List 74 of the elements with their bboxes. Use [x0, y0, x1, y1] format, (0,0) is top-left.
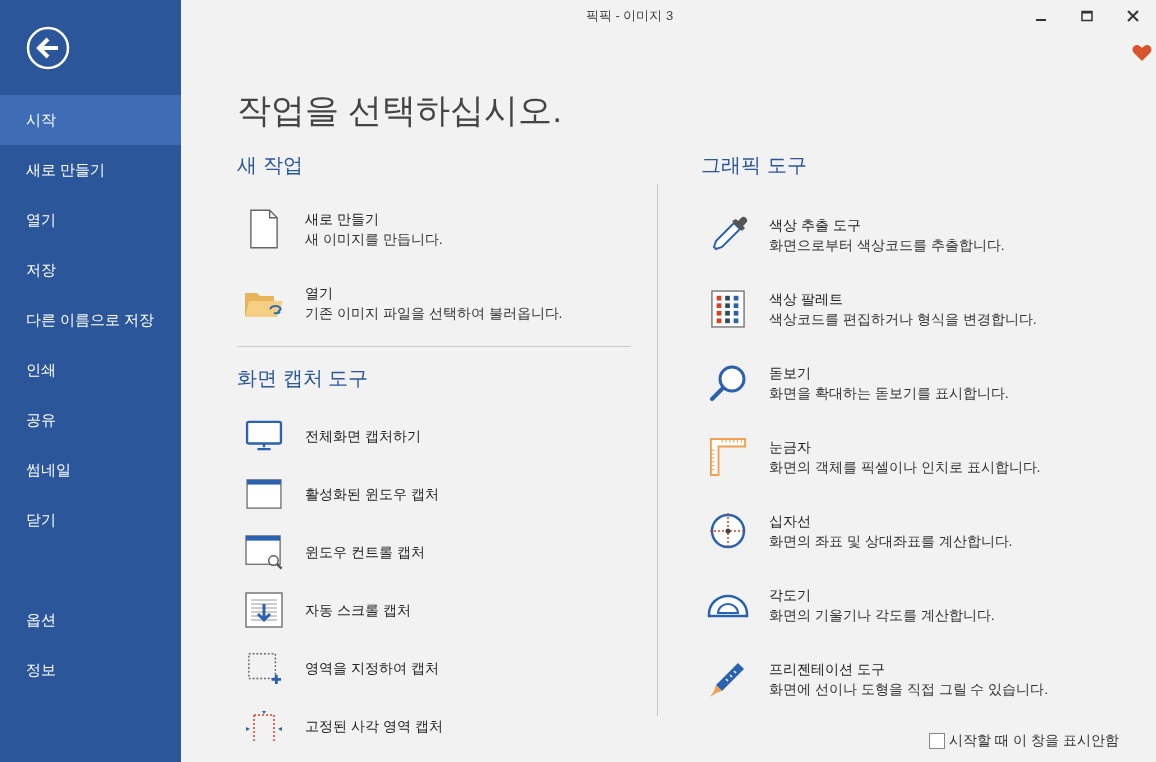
- sidebar-item[interactable]: 다른 이름으로 저장: [0, 295, 181, 345]
- tool-description: 화면을 확대하는 돋보기를 표시합니다.: [769, 384, 1009, 403]
- tool-item[interactable]: 고정된 사각 영역 캡처: [237, 697, 631, 755]
- tool-title: 눈금자: [769, 438, 812, 457]
- ruler-icon: [709, 436, 747, 478]
- close-icon: [1127, 10, 1139, 22]
- document-icon: [249, 208, 279, 250]
- tool-title: 십자선: [769, 512, 812, 531]
- tool-description: 새 이미지를 만듭니다.: [305, 230, 443, 249]
- sidebar-item[interactable]: 닫기: [0, 495, 181, 545]
- tool-item[interactable]: 영역을 지정하여 캡처: [237, 639, 631, 697]
- tool-item[interactable]: 프리젠테이션 도구 화면에 선이나 도형을 직접 그릴 수 있습니다.: [701, 642, 1156, 716]
- fixed-frame-icon: [244, 711, 284, 741]
- tool-item[interactable]: 자동 스크롤 캡처: [237, 581, 631, 639]
- tool-item[interactable]: 윈도우 컨트롤 캡처: [237, 523, 631, 581]
- tool-title: 활성화된 윈도우 캡처: [305, 485, 439, 504]
- tool-item[interactable]: 색상 팔레트 색상코드를 편집하거나 형식을 변경합니다.: [701, 272, 1156, 346]
- protractor-icon: [707, 592, 749, 618]
- tool-item[interactable]: 활성화된 윈도우 캡처: [237, 465, 631, 523]
- tool-item[interactable]: 전체화면 캡처하기: [237, 407, 631, 465]
- back-button[interactable]: [26, 26, 70, 70]
- sidebar-item[interactable]: 인쇄: [0, 345, 181, 395]
- tool-item[interactable]: 십자선 화면의 좌표 및 상대좌표를 계산합니다.: [701, 494, 1156, 568]
- section-heading: 그래픽 도구: [701, 153, 808, 178]
- monitor-icon: [245, 420, 283, 452]
- maximize-icon: [1081, 10, 1093, 22]
- sidebar-item[interactable]: 시작: [0, 95, 181, 145]
- minimize-icon: [1035, 19, 1047, 21]
- section-heading: 화면 캡처 도구: [237, 366, 370, 391]
- sidebar-item[interactable]: 정보: [0, 645, 181, 695]
- tool-description: 화면에 선이나 도형을 직접 그릴 수 있습니다.: [769, 680, 1049, 699]
- page-heading: 작업을 선택하십시오.: [237, 91, 562, 129]
- sidebar-item[interactable]: 저장: [0, 245, 181, 295]
- tool-description: 화면의 기울기나 각도를 계산합니다.: [769, 606, 995, 625]
- tool-item[interactable]: 눈금자 화면의 객체를 픽셀이나 인치로 표시합니다.: [701, 420, 1156, 494]
- checkbox[interactable]: [929, 732, 945, 749]
- tool-title: 영역을 지정하여 캡처: [305, 659, 439, 678]
- sidebar-item[interactable]: 열기: [0, 195, 181, 245]
- tool-title: 각도기: [769, 586, 812, 605]
- color-grid-icon: [711, 290, 745, 328]
- tool-title: 고정된 사각 영역 캡처: [305, 717, 443, 736]
- tool-title: 프리젠테이션 도구: [769, 660, 886, 679]
- tool-item[interactable]: 각도기 화면의 기울기나 각도를 계산합니다.: [701, 568, 1156, 642]
- tool-item[interactable]: 열기 기존 이미지 파일을 선택하여 불러옵니다.: [237, 266, 631, 340]
- tool-title: 돋보기: [769, 364, 812, 383]
- sidebar-item[interactable]: 썸네일: [0, 445, 181, 495]
- sidebar-item[interactable]: 옵션: [0, 595, 181, 645]
- tool-title: 열기: [305, 284, 334, 303]
- sidebar-item[interactable]: 새로 만들기: [0, 145, 181, 195]
- checkbox-label[interactable]: 시작할 때 이 창을 표시안함: [949, 730, 1119, 751]
- window-icon: [245, 478, 283, 510]
- tool-title: 전체화면 캡처하기: [305, 427, 421, 446]
- tool-description: 기존 이미지 파일을 선택하여 불러옵니다.: [305, 304, 563, 323]
- scroll-page-icon: [244, 591, 284, 629]
- dashed-selection-icon: [245, 650, 283, 686]
- tool-description: 화면의 객체를 픽셀이나 인치로 표시합니다.: [769, 458, 1041, 477]
- section-heading: 새 작업: [237, 153, 304, 178]
- tool-title: 색상 팔레트: [769, 290, 844, 309]
- magnifier-icon: [708, 363, 748, 403]
- tool-description: 화면의 좌표 및 상대좌표를 계산합니다.: [769, 532, 1013, 551]
- window-title: 픽픽 - 이미지 3: [585, 7, 674, 26]
- tool-title: 자동 스크롤 캡처: [305, 601, 411, 620]
- tool-description: 화면으로부터 색상코드를 추출합니다.: [769, 236, 1005, 255]
- tool-title: 새로 만들기: [305, 210, 380, 229]
- tool-description: 색상코드를 편집하거나 형식을 변경합니다.: [769, 310, 1037, 329]
- tool-title: 색상 추출 도구: [769, 216, 862, 235]
- window-magnifier-icon: [244, 534, 284, 570]
- tool-title: 윈도우 컨트롤 캡처: [305, 543, 425, 562]
- tool-item[interactable]: 돋보기 화면을 확대하는 돋보기를 표시합니다.: [701, 346, 1156, 420]
- tool-item[interactable]: 색상 추출 도구 화면으로부터 색상코드를 추출합니다.: [701, 198, 1156, 272]
- crosshair-icon: [708, 511, 748, 551]
- sidebar-item[interactable]: 공유: [0, 395, 181, 445]
- tool-item[interactable]: 새로 만들기 새 이미지를 만듭니다.: [237, 192, 631, 266]
- heart-icon[interactable]: [1132, 44, 1152, 62]
